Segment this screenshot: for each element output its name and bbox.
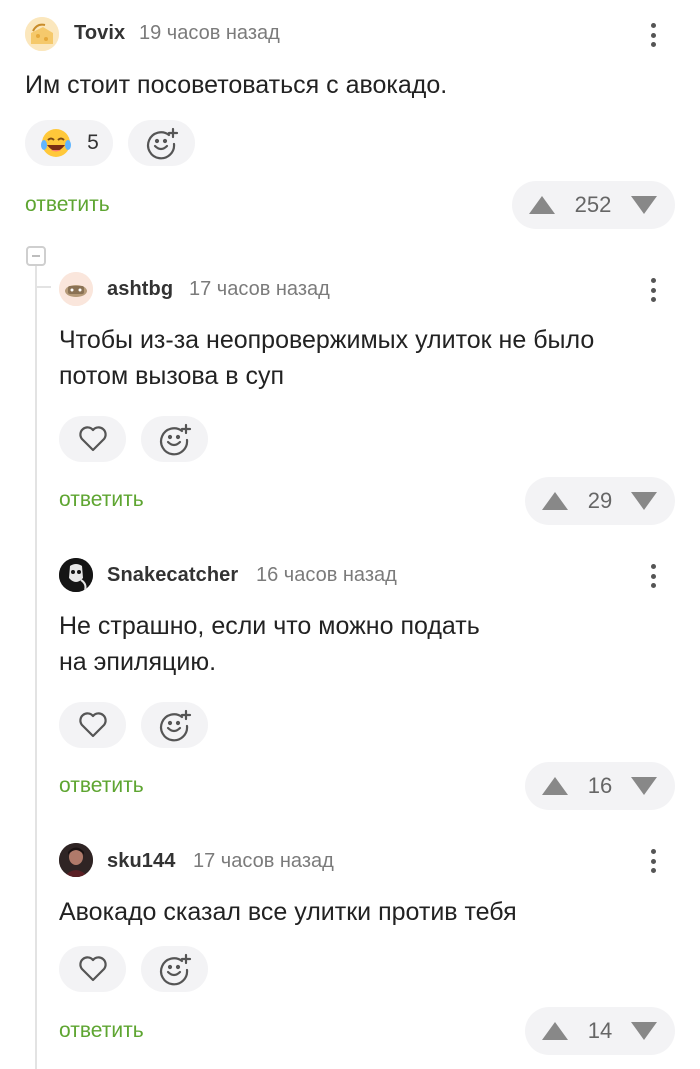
downvote-button[interactable]: [624, 762, 664, 810]
avatar[interactable]: [59, 558, 93, 592]
comment-text: Не страшно, если что можно подать на эпи…: [59, 608, 480, 680]
comment-text: Чтобы из-за неопровержимых улиток не был…: [59, 322, 594, 394]
thread-line: [35, 265, 37, 1069]
reply-button[interactable]: ответить: [59, 774, 144, 798]
triangle-up-icon: [529, 196, 555, 214]
add-reaction-icon: [159, 423, 191, 456]
reply-button[interactable]: ответить: [59, 1019, 144, 1043]
upvote-button[interactable]: [535, 1007, 575, 1055]
username[interactable]: Tovix: [74, 22, 125, 45]
upvote-button[interactable]: [535, 477, 575, 525]
like-button[interactable]: [59, 946, 126, 992]
vote-widget: 14: [525, 1007, 675, 1055]
triangle-down-icon: [631, 1022, 657, 1040]
comment-menu-button[interactable]: [643, 20, 663, 50]
vote-score: 29: [587, 488, 613, 513]
triangle-up-icon: [542, 777, 568, 795]
comment-menu-button[interactable]: [643, 275, 663, 305]
add-reaction-button[interactable]: [141, 946, 208, 992]
triangle-up-icon: [542, 492, 568, 510]
comment-text-line: потом вызова в суп: [59, 362, 285, 390]
vote-score: 14: [587, 1018, 613, 1043]
upvote-button[interactable]: [535, 762, 575, 810]
comment-menu-button[interactable]: [643, 846, 663, 876]
add-reaction-icon: [159, 709, 191, 742]
comment-time: 17 часов назад: [189, 278, 330, 300]
comment-text-line: Не страшно, если что можно подать: [59, 612, 480, 640]
vote-widget: 29: [525, 477, 675, 525]
triangle-down-icon: [631, 492, 657, 510]
vote-score: 16: [587, 773, 613, 798]
triangle-up-icon: [542, 1022, 568, 1040]
reply-button[interactable]: ответить: [59, 488, 144, 512]
reaction-count: 5: [87, 131, 99, 154]
upvote-button[interactable]: [522, 181, 562, 229]
vote-widget: 16: [525, 762, 675, 810]
avatar[interactable]: [59, 843, 93, 877]
reply-button[interactable]: ответить: [25, 193, 110, 217]
add-reaction-button[interactable]: [141, 416, 208, 462]
comment-text-line: на эпиляцию.: [59, 648, 217, 676]
downvote-button[interactable]: [624, 1007, 664, 1055]
downvote-button[interactable]: [624, 477, 664, 525]
comment-text: Им стоит посоветоваться с авокадо.: [25, 71, 448, 99]
like-button[interactable]: [59, 416, 126, 462]
triangle-down-icon: [631, 777, 657, 795]
comment-time: 16 часов назад: [256, 564, 397, 586]
comment-time: 17 часов назад: [193, 850, 334, 872]
comment-text: Авокадо сказал все улитки против тебя: [59, 898, 517, 926]
add-reaction-icon: [159, 953, 191, 986]
heart-icon: [78, 426, 107, 452]
vote-widget: 252: [512, 181, 675, 229]
username[interactable]: ashtbg: [107, 278, 173, 301]
add-reaction-icon: [146, 127, 178, 160]
laughing-emoji-icon: [41, 129, 72, 157]
heart-icon: [78, 712, 107, 738]
downvote-button[interactable]: [624, 181, 664, 229]
comment-text-line: Чтобы из-за неопровержимых улиток не был…: [59, 326, 595, 354]
triangle-down-icon: [631, 196, 657, 214]
reaction-button[interactable]: 5: [25, 120, 113, 166]
collapse-thread-button[interactable]: [26, 246, 46, 266]
avatar[interactable]: [59, 272, 93, 306]
heart-icon: [78, 956, 107, 982]
comment-time: 19 часов назад: [139, 22, 280, 44]
add-reaction-button[interactable]: [128, 120, 195, 166]
username[interactable]: Snakecatcher: [107, 564, 238, 587]
comment-menu-button[interactable]: [643, 561, 663, 591]
add-reaction-button[interactable]: [141, 702, 208, 748]
avatar[interactable]: [25, 17, 59, 51]
like-button[interactable]: [59, 702, 126, 748]
vote-score: 252: [574, 192, 612, 217]
username[interactable]: sku144: [107, 850, 175, 873]
thread-branch: [35, 286, 51, 288]
